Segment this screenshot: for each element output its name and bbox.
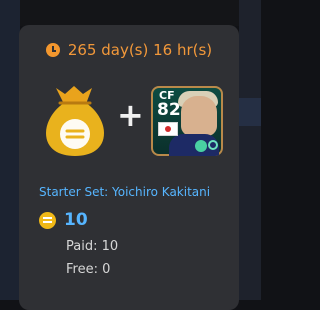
player-face [181,96,217,136]
japan-flag-icon [158,122,178,136]
player-badge-outline-icon [208,140,218,150]
left-background-panel [0,0,20,300]
money-bag-icon [46,86,104,156]
paid-breakdown: Paid: 10 [66,239,119,254]
timer-text: 265 day(s) 16 hr(s) [67,41,213,59]
right-background-band [239,98,261,126]
coin-price-row: 10 [39,209,229,231]
offer-card[interactable]: 265 day(s) 16 hr(s) + CF 82 Starter Set:… [19,25,239,310]
coin-icon [39,211,56,229]
right-background-panel [239,0,261,300]
player-rating: 82 [157,100,181,120]
free-breakdown: Free: 0 [66,262,111,277]
offer-timer: 265 day(s) 16 hr(s) [19,39,239,61]
clock-icon [45,43,60,57]
reward-preview: + CF 82 [19,75,239,159]
set-name: Starter Set: Yoichiro Kakitani [39,185,211,199]
player-badge-icon [195,140,207,152]
coin-value: 10 [64,210,88,230]
plus-icon: + [117,96,144,134]
top-background [0,0,261,26]
player-card: CF 82 [151,86,223,156]
